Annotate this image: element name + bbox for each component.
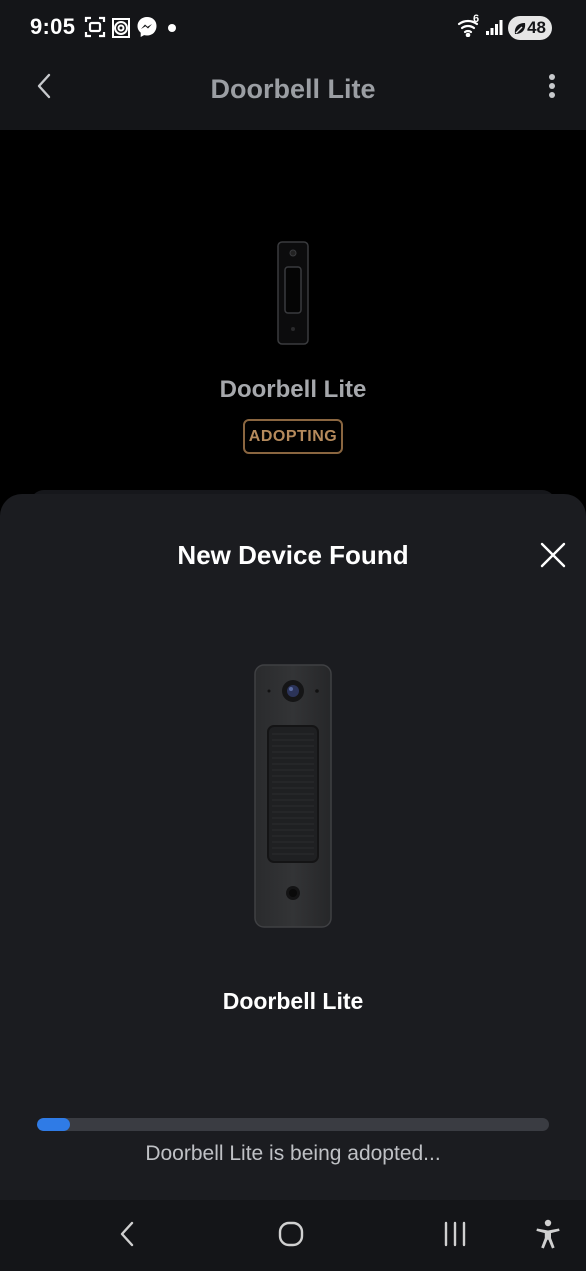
status-bar: 9:05 6 48 [0, 0, 586, 56]
new-device-sheet: New Device Found Doorbell Lite Doorbell … [0, 494, 586, 1200]
adoption-progress-fill [37, 1118, 71, 1131]
progress-status-text: Doorbell Lite is being adopted... [145, 1142, 441, 1165]
notification-dot-icon [168, 24, 176, 32]
screen: 9:05 6 48 Doorbell Lite Doorbell Lite AD… [0, 0, 586, 1271]
home-icon [277, 1220, 305, 1253]
device-thumbnail [277, 241, 309, 345]
more-options-button[interactable] [536, 70, 568, 106]
camera-app-icon [109, 15, 133, 46]
status-badge: ADOPTING [243, 419, 343, 454]
page-title: Doorbell Lite [210, 74, 376, 104]
nav-accessibility-button[interactable] [526, 1214, 570, 1258]
recents-icon [442, 1221, 468, 1252]
doorbell-device-image [254, 664, 332, 928]
screenshot-icon [84, 15, 106, 44]
messenger-icon [136, 15, 158, 44]
accessibility-icon [535, 1219, 561, 1254]
close-icon [540, 542, 566, 573]
network-badge: 6 [473, 13, 480, 25]
app-bar: Doorbell Lite [0, 56, 586, 130]
nav-home-button[interactable] [269, 1214, 313, 1258]
back-icon [118, 1220, 136, 1253]
more-vertical-icon [548, 73, 556, 104]
signal-icon [485, 18, 503, 41]
battery-level: 48 [527, 18, 546, 37]
battery-icon: 48 [508, 16, 552, 40]
battery-saver-icon [513, 21, 527, 41]
system-nav-bar [0, 1200, 586, 1271]
nav-recents-button[interactable] [433, 1214, 477, 1258]
close-button[interactable] [538, 542, 568, 572]
device-name: Doorbell Lite [222, 988, 364, 1014]
nav-back-button[interactable] [105, 1214, 149, 1258]
adoption-progress-bar [37, 1118, 549, 1131]
sheet-title: New Device Found [177, 540, 409, 570]
status-time: 9:05 [30, 14, 76, 39]
device-header-name: Doorbell Lite [219, 376, 367, 403]
